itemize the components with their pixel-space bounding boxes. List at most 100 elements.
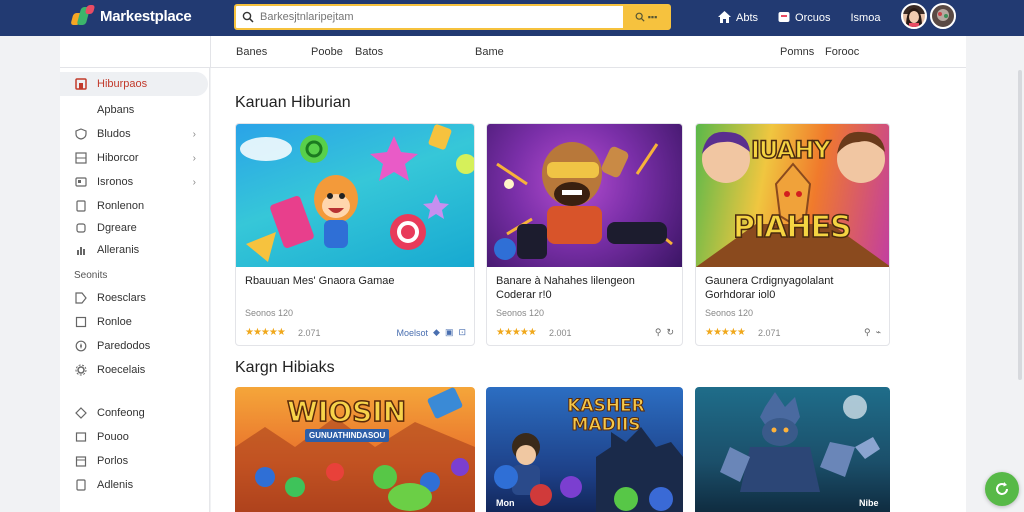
- sidebar-item-label: Pouoo: [97, 431, 129, 443]
- sidebar-item-label: Roecelais: [97, 364, 146, 376]
- top-link-menu-label: Ismoa: [850, 12, 881, 24]
- sidebar-item-6[interactable]: Ronlenon: [60, 194, 208, 218]
- subnav-item-2[interactable]: Poobe: [311, 46, 343, 58]
- search-button-label: ▪▪▪: [647, 12, 658, 22]
- game-title[interactable]: Gaunera Crdignyagolalant Gorhdorar iol0: [705, 274, 885, 302]
- card-action-icon-1[interactable]: ⚲: [864, 327, 871, 338]
- sidebar-bottom-item-4[interactable]: Adlenis: [60, 473, 208, 497]
- home-icon: [718, 10, 731, 26]
- sidebar-bottom-item-3[interactable]: Porlos: [60, 449, 208, 473]
- game-title[interactable]: Rbauuan Mes' Gnaora Gamae: [245, 274, 425, 288]
- card-action-icon-2[interactable]: ↻: [666, 327, 674, 338]
- sidebar-item-label: Bludos: [97, 128, 131, 140]
- sidebar-item-label: Hiburpaos: [97, 78, 148, 90]
- window-icon: [74, 175, 88, 189]
- sidebar-item-label: Roesclars: [97, 292, 146, 304]
- sidebar-section-item-2[interactable]: Ronloe: [60, 310, 208, 334]
- sidebar-item-label: Apbans: [97, 104, 135, 116]
- sidebar-item-label: Ronloe: [97, 316, 132, 328]
- game-title[interactable]: Banare à Nahahes lilengeon Coderar r!0: [496, 274, 676, 302]
- sidebar-bottom-item-2[interactable]: Pouoo: [60, 425, 208, 449]
- subnav-item-3[interactable]: Batos: [355, 46, 383, 58]
- game-card-1[interactable]: Rbauuan Mes' Gnaora Gamae Seonos 120 ★★★…: [235, 123, 475, 346]
- game-card-3[interactable]: IUAHY PIAHES Gaunera Crdignyagolalant Go…: [695, 123, 890, 346]
- card-action-icon-2[interactable]: ▣: [445, 327, 454, 338]
- top-link-home-label: Abts: [736, 12, 759, 24]
- sidebar-item-7[interactable]: Dgreare: [60, 216, 208, 240]
- top-links: Abts Orcuos Ismoa: [718, 0, 900, 36]
- rating-value: 2.071: [298, 328, 321, 338]
- sidebar-item-label: Confeong: [97, 407, 145, 419]
- game-thumbnail[interactable]: [487, 124, 682, 267]
- subnav-item-4[interactable]: Bame: [475, 46, 504, 58]
- top-link-orders[interactable]: Orcuos: [778, 11, 830, 26]
- page-scrollbar[interactable]: [1018, 70, 1022, 380]
- sidebar-item-2[interactable]: Apbans: [60, 98, 208, 122]
- game-logo: WIOSIN: [286, 394, 407, 429]
- game-card-4[interactable]: WIOSIN GUNUATHINDASOU: [235, 387, 475, 512]
- game-thumbnail[interactable]: IUAHY PIAHES: [696, 124, 889, 267]
- card-action-icon-2[interactable]: ⌁: [876, 327, 881, 338]
- file-icon: [74, 478, 88, 492]
- subnav-item-1[interactable]: Banes: [236, 46, 267, 58]
- game-logo-top: IUAHY: [750, 135, 831, 165]
- sub-navigation: Banes Poobe Batos Bame Pomns Forooc: [60, 36, 966, 68]
- list-icon: [74, 103, 88, 117]
- sidebar-item-home[interactable]: Hiburpaos: [60, 72, 208, 96]
- card-action-icon-1[interactable]: ◆: [433, 327, 440, 338]
- subnav-item-5[interactable]: Pomns: [780, 46, 814, 58]
- brand[interactable]: Markestplace: [70, 5, 192, 27]
- card-action-label[interactable]: Moelsot: [397, 328, 429, 338]
- top-bar: Markestplace ▪▪▪ Abts Orcuos Ismoa: [0, 0, 1024, 36]
- diamond-icon: [74, 406, 88, 420]
- search-bar[interactable]: ▪▪▪: [234, 4, 671, 30]
- sidebar-item-5[interactable]: Isronos ›: [60, 170, 208, 194]
- rating-stars: ★★★★★: [496, 327, 537, 338]
- sidebar-item-label: Dgreare: [97, 222, 137, 234]
- section-title-second: Kargn Hibiaks: [235, 359, 335, 376]
- top-link-menu[interactable]: Ismoa: [850, 12, 880, 24]
- card-actions: ⚲ ⌁: [859, 327, 881, 338]
- secondary-avatar[interactable]: [930, 3, 956, 29]
- game-meta: Seonos 120: [496, 308, 545, 318]
- sidebar-section-item-3[interactable]: Paredodos: [60, 334, 208, 358]
- rating-value: 2.071: [758, 328, 781, 338]
- top-link-home[interactable]: Abts: [718, 10, 759, 26]
- sidebar-item-8[interactable]: Alleranis: [60, 238, 208, 262]
- chevron-icon: ›: [192, 176, 196, 188]
- shield-icon: [74, 127, 88, 141]
- search-button[interactable]: ▪▪▪: [623, 6, 669, 28]
- card-action-icon-1[interactable]: ⚲: [655, 327, 662, 338]
- top-link-orders-label: Orcuos: [795, 12, 831, 24]
- game-meta: Seonos 120: [705, 308, 754, 318]
- file-icon: [74, 199, 88, 213]
- sidebar-item-3[interactable]: Bludos ›: [60, 122, 208, 146]
- game-card-5[interactable]: KASHER MADIIS Mon: [486, 387, 683, 512]
- game-card-footer: Mon: [496, 498, 515, 508]
- card-actions: Moelsot ◆ ▣ ⊡: [392, 327, 467, 338]
- brand-title: Markestplace: [100, 7, 192, 25]
- sidebar-item-label: Ronlenon: [97, 200, 145, 212]
- chart-icon: [74, 243, 88, 257]
- game-card-6[interactable]: Nibe: [695, 387, 890, 512]
- sidebar-section-item-1[interactable]: Roesclars: [60, 286, 208, 310]
- user-avatar[interactable]: [901, 3, 927, 29]
- search-icon: [236, 6, 260, 28]
- square-icon: [74, 315, 88, 329]
- subnav-item-6[interactable]: Forooc: [825, 46, 859, 58]
- sidebar-bottom-item-1[interactable]: Confeong: [60, 401, 208, 425]
- game-thumbnail-art: [720, 392, 880, 492]
- sidebar-item-label: Adlenis: [97, 479, 134, 491]
- sidebar-section-item-4[interactable]: Roecelais: [60, 358, 208, 382]
- card-action-icon-3[interactable]: ⊡: [458, 327, 466, 338]
- game-thumbnail[interactable]: [236, 124, 474, 267]
- search-input[interactable]: [260, 7, 623, 27]
- sidebar-item-4[interactable]: Hiborcor ›: [60, 146, 208, 170]
- rating-stars: ★★★★★: [245, 327, 286, 338]
- floating-action-button[interactable]: [985, 472, 1019, 506]
- game-meta: Seonos 120: [245, 308, 294, 318]
- game-card-2[interactable]: Banare à Nahahes lilengeon Coderar r!0 S…: [486, 123, 683, 346]
- sidebar-section-heading: Seonits: [74, 270, 108, 281]
- section-title-featured: Karuan Hiburian: [235, 94, 351, 111]
- game-card-footer: Nibe: [859, 498, 879, 508]
